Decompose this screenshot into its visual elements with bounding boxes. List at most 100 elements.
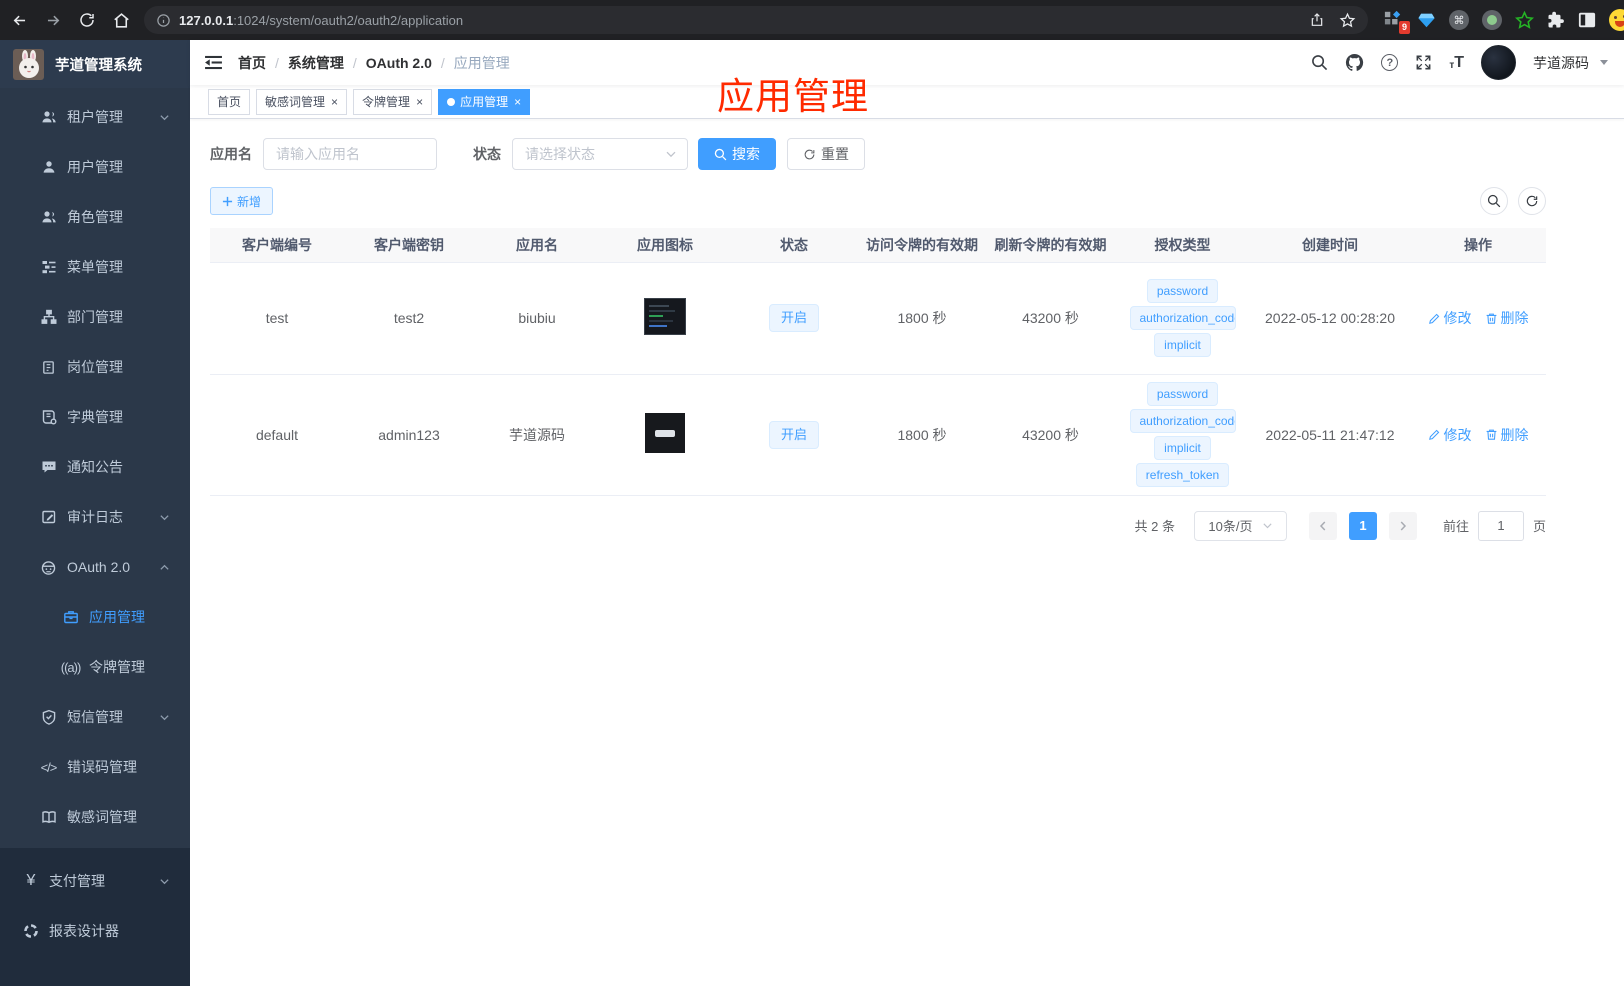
collapse-sidebar-icon[interactable] <box>190 40 237 85</box>
pagination: 共 2 条 10条/页 1 前往 页 <box>210 510 1546 541</box>
user-icon <box>40 159 57 176</box>
audit-log-icon <box>40 509 57 526</box>
sidebar-item-errcode[interactable]: </> 错误码管理 <box>0 742 190 792</box>
extension-command-icon[interactable]: ⌘ <box>1449 10 1469 30</box>
status-select[interactable]: 请选择状态 <box>512 138 688 170</box>
extension-recorder-icon[interactable] <box>1482 10 1502 30</box>
sidebar-item-oauth2-token[interactable]: ((a)) 令牌管理 <box>0 642 190 692</box>
grant-tag: password <box>1146 279 1219 303</box>
sidebar-item-label: 令牌管理 <box>89 659 145 675</box>
profile-avatar-icon[interactable] <box>1609 9 1624 31</box>
grant-type-tags: password authorization_code implicit <box>1119 279 1246 357</box>
add-button[interactable]: 新增 <box>210 187 274 215</box>
fullscreen-icon[interactable] <box>1415 54 1432 71</box>
status-badge: 开启 <box>768 420 819 449</box>
col-status: 状态 <box>730 228 858 262</box>
back-icon[interactable] <box>4 5 34 35</box>
app-name-input[interactable] <box>263 138 437 170</box>
filter-form: 应用名 状态 请选择状态 搜索 重置 <box>210 138 1546 170</box>
annotation-label: 应用管理 <box>717 76 869 117</box>
sidebar-item-notice[interactable]: 通知公告 <box>0 442 190 492</box>
sidebar-item-label: 部门管理 <box>67 309 123 325</box>
breadcrumb-home[interactable]: 首页 <box>238 53 266 73</box>
browser-toolbar: 127.0.0.1:1024/system/oauth2/oauth2/appl… <box>0 0 1624 40</box>
chevron-down-icon <box>159 112 170 123</box>
chevron-down-icon <box>1262 523 1272 529</box>
sidebar-item-role[interactable]: 角色管理 <box>0 192 190 242</box>
refresh-table-button[interactable] <box>1518 187 1546 215</box>
next-page-button[interactable] <box>1388 511 1417 540</box>
split-screen-icon[interactable] <box>1578 11 1596 29</box>
sidebar-item-post[interactable]: 岗位管理 <box>0 342 190 392</box>
tab-application[interactable]: 应用管理 × <box>438 88 531 115</box>
font-size-icon[interactable]: тT <box>1449 54 1464 71</box>
help-icon[interactable] <box>1381 54 1399 71</box>
sidebar-item-label: OAuth 2.0 <box>67 559 131 575</box>
status-badge: 开启 <box>768 304 819 332</box>
sidebar-item-label: 字典管理 <box>67 409 123 425</box>
edit-pencil-icon <box>1428 313 1439 324</box>
app-name-label: 应用名 <box>210 146 252 162</box>
app-logo[interactable]: 芋道管理系统 <box>0 40 190 88</box>
edit-button[interactable]: 修改 <box>1428 308 1472 328</box>
forward-icon[interactable] <box>38 5 68 35</box>
goto-page-input[interactable] <box>1477 510 1524 541</box>
header-search-icon[interactable] <box>1311 54 1328 71</box>
sidebar-item-label: 应用管理 <box>89 609 145 625</box>
top-navbar: 首页 / 系统管理 / OAuth 2.0 / 应用管理 тT 芋道源码 <box>190 40 1624 85</box>
show-search-button[interactable] <box>1480 187 1508 215</box>
sidebar-item-oauth2-application[interactable]: 应用管理 <box>0 592 190 642</box>
breadcrumb: 首页 / 系统管理 / OAuth 2.0 / 应用管理 <box>238 53 510 73</box>
prev-page-button[interactable] <box>1308 511 1337 540</box>
breadcrumb-oauth[interactable]: OAuth 2.0 <box>366 55 432 71</box>
logo-image <box>13 48 44 80</box>
reload-icon[interactable] <box>72 5 102 35</box>
grant-tag: implicit <box>1154 333 1211 357</box>
sidebar-item-menu[interactable]: 菜单管理 <box>0 242 190 292</box>
sidebar-menu-root: ¥ 支付管理 报表设计器 <box>0 848 190 986</box>
sidebar-item-label: 审计日志 <box>67 509 123 525</box>
extension-gem-icon[interactable] <box>1417 11 1436 29</box>
address-bar[interactable]: 127.0.0.1:1024/system/oauth2/oauth2/appl… <box>144 6 1368 34</box>
shield-icon <box>40 709 57 726</box>
username[interactable]: 芋道源码 <box>1533 53 1589 73</box>
extension-star-icon[interactable] <box>1515 10 1534 30</box>
delete-button[interactable]: 删除 <box>1485 425 1529 445</box>
extension-grid-icon[interactable]: 9 <box>1384 10 1410 34</box>
sidebar-item-report-designer[interactable]: 报表设计器 <box>0 906 190 956</box>
user-caret-down-icon[interactable] <box>1600 60 1608 65</box>
edit-button[interactable]: 修改 <box>1428 425 1472 445</box>
home-icon[interactable] <box>106 5 136 35</box>
page-size-select[interactable]: 10条/页 <box>1193 510 1287 541</box>
github-icon[interactable] <box>1345 53 1364 72</box>
sidebar-item-oauth2[interactable]: OAuth 2.0 <box>0 542 190 592</box>
bookmark-star-icon[interactable] <box>1339 12 1356 29</box>
breadcrumb-system[interactable]: 系统管理 <box>288 53 344 73</box>
user-avatar[interactable] <box>1481 45 1516 80</box>
status-label: 状态 <box>473 146 501 162</box>
sidebar-item-tenant[interactable]: 租户管理 <box>0 92 190 142</box>
close-icon[interactable]: × <box>416 96 423 108</box>
search-button[interactable]: 搜索 <box>698 138 776 170</box>
col-app-icon: 应用图标 <box>600 228 730 262</box>
sidebar-item-dept[interactable]: 部门管理 <box>0 292 190 342</box>
extensions-puzzle-icon[interactable] <box>1547 11 1565 29</box>
reset-button[interactable]: 重置 <box>787 138 865 170</box>
tab-sensitive-word[interactable]: 敏感词管理 × <box>256 88 348 115</box>
sidebar-item-pay[interactable]: ¥ 支付管理 <box>0 856 190 906</box>
sidebar-item-sensitive-word[interactable]: 敏感词管理 <box>0 792 190 842</box>
sidebar-item-user[interactable]: 用户管理 <box>0 142 190 192</box>
close-icon[interactable]: × <box>331 96 338 108</box>
sidebar-item-sms[interactable]: 短信管理 <box>0 692 190 742</box>
tab-home[interactable]: 首页 <box>208 88 251 115</box>
share-icon[interactable] <box>1309 12 1325 28</box>
sidebar-item-dict[interactable]: 字典管理 <box>0 392 190 442</box>
delete-button[interactable]: 删除 <box>1485 308 1529 328</box>
page-number-current[interactable]: 1 <box>1348 511 1377 540</box>
site-info-icon[interactable] <box>156 13 171 28</box>
tab-token[interactable]: 令牌管理 × <box>353 88 433 115</box>
close-icon[interactable]: × <box>514 96 521 108</box>
grant-type-tags: password authorization_code implicit ref… <box>1119 382 1246 487</box>
sidebar-item-audit-log[interactable]: 审计日志 <box>0 492 190 542</box>
trash-icon <box>1486 313 1496 324</box>
